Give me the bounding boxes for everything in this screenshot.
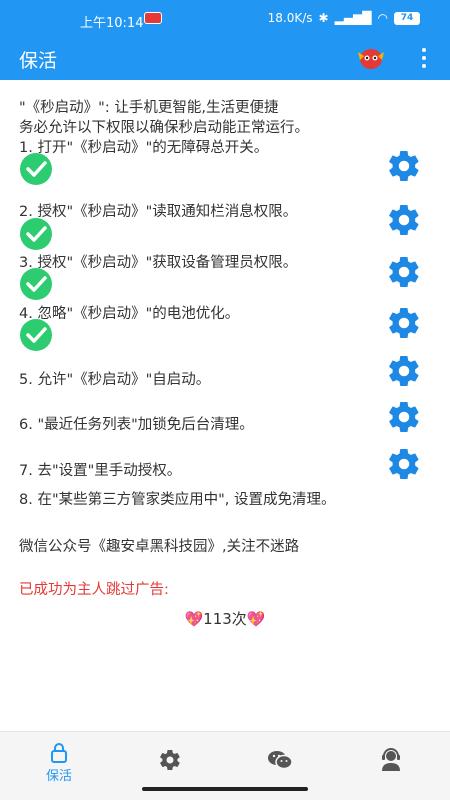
wifi-icon: ◠ bbox=[377, 11, 388, 25]
network-speed: 18.0K/s bbox=[267, 11, 313, 25]
step-8: 8. 在"某些第三方管家类应用中", 设置成免清理。 bbox=[19, 492, 336, 508]
step-2: 2. 授权"《秒启动》"读取通知栏消息权限。 bbox=[19, 204, 298, 220]
step1-check-icon bbox=[20, 153, 52, 185]
tab-settings[interactable] bbox=[114, 732, 226, 788]
step-5: 5. 允许"《秒启动》"自启动。 bbox=[19, 372, 211, 388]
intro-line-2: 务必允许以下权限以确保秒启动能正常运行。 bbox=[19, 120, 309, 136]
wechat-icon bbox=[268, 751, 293, 770]
heart-icon: 💖 bbox=[184, 610, 204, 628]
step6-gear-icon[interactable] bbox=[386, 399, 422, 435]
mascot-icon[interactable] bbox=[354, 44, 388, 72]
status-right: 18.0K/s ✱ ▂▄▆█ ◠ 74 bbox=[268, 11, 420, 25]
step-1: 1. 打开"《秒启动》"的无障碍总开关。 bbox=[19, 140, 269, 156]
app-bar: 保活 bbox=[0, 36, 450, 80]
step2-gear-icon[interactable] bbox=[386, 202, 422, 238]
intro-line-1: "《秒启动》": 让手机更智能,生活更便捷 bbox=[19, 100, 279, 116]
step5-gear-icon[interactable] bbox=[386, 353, 422, 389]
step3-check-icon bbox=[20, 268, 52, 300]
step1-gear-icon[interactable] bbox=[386, 148, 422, 184]
status-time: 上午10:14 bbox=[80, 16, 144, 31]
notification-icon bbox=[144, 12, 162, 24]
step-7: 7. 去"设置"里手动授权。 bbox=[19, 463, 182, 479]
tab-keepalive-label: 保活 bbox=[45, 769, 72, 784]
home-indicator[interactable] bbox=[142, 787, 308, 791]
signal-icon: ▂▄▆█ bbox=[334, 11, 372, 25]
ad-skip-count: 113次 bbox=[203, 610, 247, 628]
ad-skip-label: 已成功为主人跳过广告: bbox=[19, 582, 169, 598]
tab-keepalive[interactable]: 保活 bbox=[3, 732, 115, 788]
tab-support[interactable] bbox=[335, 732, 447, 788]
step7-gear-icon[interactable] bbox=[386, 446, 422, 482]
step4-gear-icon[interactable] bbox=[386, 305, 422, 341]
step-6: 6. "最近任务列表"加锁免后台清理。 bbox=[19, 417, 254, 433]
main-content: "《秒启动》": 让手机更智能,生活更便捷 务必允许以下权限以确保秒启动能正常运… bbox=[0, 80, 450, 731]
overflow-menu-icon[interactable] bbox=[418, 46, 430, 70]
lock-icon bbox=[51, 743, 67, 763]
step-3: 3. 授权"《秒启动》"获取设备管理员权限。 bbox=[19, 255, 298, 271]
tab-wechat[interactable] bbox=[224, 732, 336, 788]
ad-skip-counter: 💖113次💖 bbox=[0, 608, 450, 629]
wechat-note: 微信公众号《趣安卓黑科技园》,关注不迷路 bbox=[19, 539, 300, 555]
battery-icon: 74 bbox=[394, 11, 420, 25]
bluetooth-icon: ✱ bbox=[318, 11, 329, 25]
heart-icon: 💖 bbox=[246, 610, 266, 628]
headset-user-icon bbox=[382, 748, 400, 771]
page-title: 保活 bbox=[19, 50, 58, 72]
gear-icon bbox=[160, 749, 180, 771]
step4-check-icon bbox=[20, 319, 52, 351]
status-bar: 上午10:14 18.0K/s ✱ ▂▄▆█ ◠ 74 bbox=[0, 0, 450, 36]
step3-gear-icon[interactable] bbox=[386, 254, 422, 290]
step2-check-icon bbox=[20, 218, 52, 250]
